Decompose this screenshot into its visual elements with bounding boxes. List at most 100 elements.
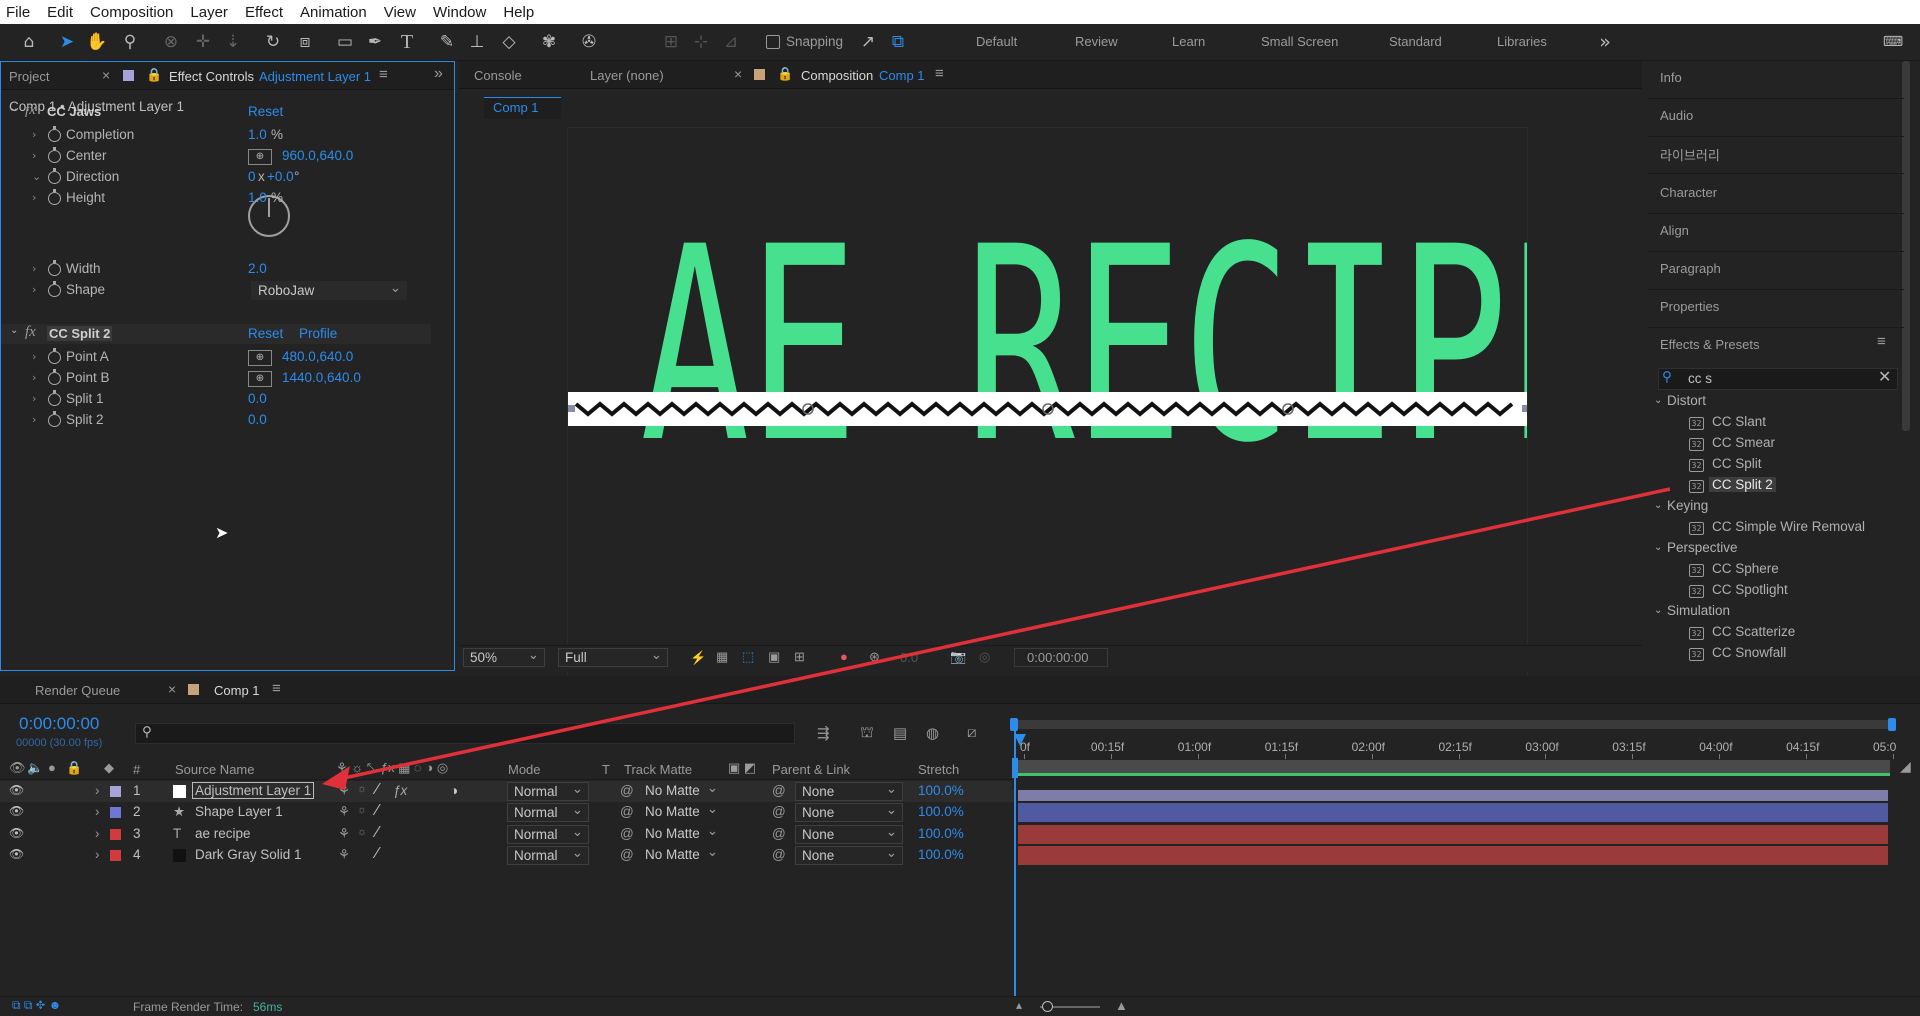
clear-search-icon[interactable]: ✕ — [1878, 367, 1891, 387]
label-color-swatch[interactable] — [110, 849, 121, 861]
fx-item-cc-simple-wire-removal[interactable]: CC Simple Wire Removal — [1712, 519, 1865, 534]
panel-effects-presets[interactable]: Effects & Presets — [1660, 337, 1759, 352]
parent-dropdown[interactable]: None — [795, 823, 903, 844]
fx-item-cc-snowfall[interactable]: CC Snowfall — [1712, 645, 1786, 660]
tab-layer[interactable]: Layer (none) — [590, 68, 664, 83]
panel-menu-icon[interactable]: ≡ — [379, 66, 388, 83]
visibility-eye-icon[interactable]: 👁 — [9, 847, 24, 861]
layer-name[interactable]: Dark Gray Solid 1 — [195, 847, 302, 862]
point-picker-icon[interactable]: ⊕ — [248, 149, 272, 165]
quality-switch-icon[interactable]: ∕ — [376, 845, 379, 863]
visibility-eye-icon[interactable]: 👁 — [9, 783, 24, 797]
snap-feature-icon[interactable]: ⧉ — [887, 31, 909, 53]
panel-character[interactable]: Character — [1660, 185, 1717, 200]
type-tool-icon[interactable]: T — [396, 31, 418, 53]
close-icon[interactable]: × — [168, 681, 176, 697]
stopwatch-icon[interactable] — [48, 411, 61, 427]
shy-switch-icon[interactable]: ⚘ — [338, 783, 350, 799]
property-value[interactable]: 960.0,640.0 — [282, 148, 353, 163]
layer-search-input[interactable] — [135, 723, 795, 744]
layer-duration-bar[interactable] — [1018, 803, 1888, 823]
parent-dropdown[interactable]: None — [795, 844, 903, 865]
toggle-switches-icon[interactable]: ⧉ ⧉ ✥ ☻ — [12, 998, 61, 1013]
stretch-value[interactable]: 100.0% — [918, 783, 964, 798]
property-value-2[interactable]: +0.0 — [267, 169, 294, 184]
video-switch-icon[interactable]: 👁 — [9, 760, 26, 776]
layer-duration-bar[interactable] — [1018, 824, 1888, 844]
col-source-name[interactable]: Source Name — [175, 762, 254, 777]
fx-icon[interactable]: fx — [25, 102, 36, 119]
parent-dropdown[interactable]: None — [795, 780, 903, 801]
fx-group-simulation[interactable]: Simulation — [1667, 603, 1730, 618]
track-matte-dropdown[interactable]: No Matte — [639, 779, 723, 801]
layer-name[interactable]: Adjustment Layer 1 — [192, 782, 315, 799]
fx-item-cc-split[interactable]: CC Split — [1712, 456, 1762, 471]
profile-button[interactable]: Profile — [299, 326, 337, 341]
stopwatch-icon[interactable] — [48, 260, 61, 276]
time-ruler[interactable] — [1012, 720, 1892, 790]
shy-layers-icon[interactable]: ▤ — [893, 724, 907, 742]
axis-view-icon[interactable]: ⊿ — [720, 31, 742, 53]
fx-group-keying[interactable]: Keying — [1667, 498, 1708, 513]
axis-local-icon[interactable]: ⊞ — [660, 31, 682, 53]
show-snapshot-icon[interactable]: ◎ — [979, 649, 990, 665]
zoom-slider-handle[interactable] — [1042, 1001, 1053, 1012]
visibility-eye-icon[interactable]: 👁 — [9, 804, 24, 818]
stopwatch-icon[interactable] — [48, 126, 61, 142]
point-picker-icon[interactable]: ⊕ — [248, 371, 272, 387]
stopwatch-icon[interactable] — [48, 390, 61, 406]
menu-effect[interactable]: Effect — [245, 4, 283, 21]
frame-blending-icon[interactable]: ◍ — [926, 724, 939, 742]
quality-switch-icon[interactable]: ∕ — [376, 802, 379, 820]
anchor-tool-icon[interactable]: ⧈ — [294, 31, 316, 53]
alpha-matte-icon[interactable]: @ — [620, 847, 634, 862]
zoom-tool-icon[interactable]: ⚲ — [119, 31, 141, 53]
stretch-value[interactable]: 100.0% — [918, 804, 964, 819]
comp-subtab[interactable]: Comp 1 — [493, 100, 539, 115]
track-matte-dropdown[interactable]: No Matte — [639, 843, 723, 865]
menu-composition[interactable]: Composition — [90, 4, 173, 21]
expand-icon[interactable]: ⌄ — [32, 170, 41, 183]
expand-icon[interactable]: › — [95, 826, 100, 841]
menu-edit[interactable]: Edit — [47, 4, 73, 21]
stretch-value[interactable]: 100.0% — [918, 847, 964, 862]
shy-switch-icon[interactable]: ⚘ — [338, 847, 350, 863]
tab-console[interactable]: Console — [474, 68, 522, 83]
parent-dropdown[interactable]: None — [795, 801, 903, 823]
expand-icon[interactable]: › — [32, 128, 36, 141]
lock-switch-icon[interactable]: 🔒 — [66, 760, 82, 776]
expand-icon[interactable]: › — [32, 191, 36, 204]
blend-mode-dropdown[interactable]: Normal — [507, 780, 589, 801]
home-icon[interactable]: ⌂ — [18, 31, 40, 53]
expand-icon[interactable]: › — [32, 262, 36, 275]
dolly-tool-icon[interactable]: ⇣ — [222, 31, 244, 53]
effects-search-input[interactable]: cc s — [1688, 371, 1712, 386]
quality-switch-icon[interactable]: ∕ — [376, 824, 379, 842]
orbit-tool-icon[interactable]: ⊗ — [160, 31, 182, 53]
stopwatch-icon[interactable] — [48, 147, 61, 163]
collapse-icon[interactable]: ⌄ — [10, 103, 18, 114]
label-color-swatch[interactable] — [110, 786, 121, 797]
zoom-in-icon[interactable]: ▲ — [1115, 998, 1128, 1013]
workspace-small-screen[interactable]: Small Screen — [1261, 34, 1338, 49]
menu-help[interactable]: Help — [503, 4, 534, 21]
effect-name[interactable]: CC Split 2 — [47, 326, 113, 341]
tab-composition[interactable]: Composition — [801, 68, 873, 83]
workspace-default[interactable]: Default — [976, 34, 1017, 49]
expand-icon[interactable]: › — [32, 371, 36, 384]
blend-mode-dropdown[interactable]: Normal — [507, 844, 589, 865]
menu-animation[interactable]: Animation — [300, 4, 367, 21]
property-value[interactable]: 1.0 — [248, 190, 267, 205]
stopwatch-icon[interactable] — [48, 348, 61, 364]
collapse-switch-icon[interactable]: ☼ — [357, 804, 367, 816]
panel-menu-icon[interactable]: ≡ — [1877, 333, 1886, 350]
fx-item-cc-sphere[interactable]: CC Sphere — [1712, 561, 1779, 576]
fx-item-cc-split-2[interactable]: CC Split 2 — [1709, 477, 1776, 492]
expand-icon[interactable]: › — [32, 392, 36, 405]
property-value[interactable]: 2.0 — [248, 261, 267, 276]
comp-canvas[interactable]: AE RECIPE — [567, 127, 1528, 700]
expand-icon[interactable]: › — [32, 283, 36, 296]
scrollbar[interactable] — [1902, 61, 1910, 431]
property-value[interactable]: 1.0 — [248, 127, 267, 142]
expand-icon[interactable]: › — [95, 847, 100, 862]
